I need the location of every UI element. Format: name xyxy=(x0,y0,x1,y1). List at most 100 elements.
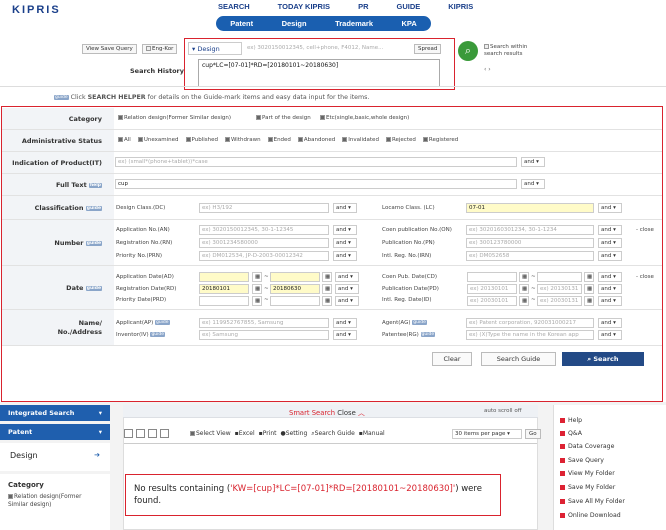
on-operator-select[interactable]: and ▾ xyxy=(598,225,622,235)
status-all[interactable]: All xyxy=(118,137,131,143)
view-my-folder-link[interactable]: View My Folder xyxy=(560,470,615,477)
calendar-icon[interactable]: ▦ xyxy=(322,284,332,294)
save-all-my-folder-link[interactable]: Save All My Folder xyxy=(560,498,625,505)
product-operator-select[interactable]: and ▾ xyxy=(521,157,545,167)
sidebar-integrated-search[interactable]: Integrated Search ▾ xyxy=(0,405,110,421)
dc-input[interactable]: ex) H3/192 xyxy=(199,203,329,213)
lc-input[interactable]: 07-01 xyxy=(466,203,594,213)
category-option-relation[interactable]: Relation design(Former Similar design) xyxy=(118,115,231,121)
ad-operator-select[interactable]: and ▾ xyxy=(335,272,359,282)
prd-to-input[interactable] xyxy=(270,296,320,306)
eng-kor-button[interactable]: Eng-Kor xyxy=(142,44,178,54)
ap-input[interactable]: ex) 119952767855, Samsung xyxy=(199,318,329,328)
nav-today-kipris[interactable]: TODAY KIPRIS xyxy=(278,0,330,13)
online-download-link[interactable]: Online Download xyxy=(560,512,621,519)
status-ended[interactable]: Ended xyxy=(267,137,291,143)
help-link[interactable]: Help xyxy=(560,417,582,424)
calendar-icon[interactable]: ▦ xyxy=(584,296,594,306)
sidebar-patent[interactable]: Patent ▾ xyxy=(0,424,110,440)
status-rejected[interactable]: Rejected xyxy=(385,137,416,143)
tab-kpa[interactable]: KPA xyxy=(401,19,416,28)
on-input[interactable]: ex) 3020160301234, 30-1-1234 xyxy=(466,225,594,235)
cd-operator-select[interactable]: and ▾ xyxy=(598,272,622,282)
rg-operator-select[interactable]: and ▾ xyxy=(598,330,622,340)
view-saved-query-button[interactable]: View Save Query xyxy=(82,44,137,54)
search-guide-button[interactable]: Search Guide xyxy=(481,352,556,366)
rd-to-input[interactable]: 20180630 xyxy=(270,284,320,294)
calendar-icon[interactable]: ▦ xyxy=(519,296,529,306)
category-option-part[interactable]: Part of the design xyxy=(256,115,311,121)
search-guide-link[interactable]: ⌕Search Guide xyxy=(311,430,355,438)
image-view-icon[interactable] xyxy=(160,429,169,438)
ap-operator-select[interactable]: and ▾ xyxy=(333,318,357,328)
status-withdrawn[interactable]: Withdrawn xyxy=(224,137,261,143)
prd-from-input[interactable] xyxy=(199,296,249,306)
calendar-icon[interactable]: ▦ xyxy=(584,272,594,282)
pn-operator-select[interactable]: and ▾ xyxy=(598,238,622,248)
search-within-option[interactable]: Search within search results xyxy=(484,44,544,58)
tab-trademark[interactable]: Trademark xyxy=(335,19,373,28)
history-arrows[interactable]: ‹ › xyxy=(484,66,491,73)
prn-input[interactable]: ex) DM012534, JP-D-2003-00012342 xyxy=(199,251,329,261)
ag-input[interactable]: ex) Patent corporation, 920031000217 xyxy=(466,318,594,328)
smart-search-toggle[interactable]: Smart Search Close ︿ xyxy=(289,407,365,417)
ad-to-input[interactable] xyxy=(270,272,320,282)
an-input[interactable]: ex) 3020150012345, 30-1-12345 xyxy=(199,225,329,235)
irn-operator-select[interactable]: and ▾ xyxy=(598,251,622,261)
per-page-select[interactable]: 30 items per page ▾ xyxy=(452,429,522,439)
grid-view-icon[interactable] xyxy=(136,429,145,438)
calendar-icon[interactable]: ▦ xyxy=(252,296,262,306)
qa-link[interactable]: Q&A xyxy=(560,430,582,437)
calendar-icon[interactable]: ▦ xyxy=(584,284,594,294)
prn-operator-select[interactable]: and ▾ xyxy=(333,251,357,261)
rn-operator-select[interactable]: and ▾ xyxy=(333,238,357,248)
query-textarea[interactable]: cup*LC=[07-01]*RD=[20180101~20180630] xyxy=(198,59,440,87)
status-unexamined[interactable]: Unexamined xyxy=(137,137,179,143)
excel-button[interactable]: ▪Excel xyxy=(235,430,255,438)
list-view-icon[interactable] xyxy=(124,429,133,438)
status-invalidated[interactable]: Invalidated xyxy=(342,137,379,143)
search-button[interactable]: ⌕ Search xyxy=(562,352,644,366)
calendar-icon[interactable]: ▦ xyxy=(252,284,262,294)
prd-operator-select[interactable]: and ▾ xyxy=(335,296,359,306)
fulltext-input[interactable]: cup xyxy=(115,179,517,189)
rd-from-input[interactable]: 20180101 xyxy=(199,284,249,294)
product-input[interactable]: ex) (small*(phone+tablet))*case xyxy=(115,157,517,167)
pd-operator-select[interactable]: and ▾ xyxy=(598,284,622,294)
data-coverage-link[interactable]: Data Coverage xyxy=(560,443,614,450)
spread-button[interactable]: Spread xyxy=(414,44,442,54)
ad-from-input[interactable] xyxy=(199,272,249,282)
status-registered[interactable]: Registered xyxy=(422,137,458,143)
calendar-icon[interactable]: ▦ xyxy=(322,296,332,306)
clear-button[interactable]: Clear xyxy=(432,352,472,366)
nav-kipris[interactable]: KIPRIS xyxy=(448,0,473,13)
category-dropdown[interactable]: ▾ Design xyxy=(188,42,242,55)
search-icon[interactable]: ⌕ xyxy=(458,41,478,61)
tab-design[interactable]: Design xyxy=(282,19,307,28)
rg-input[interactable]: ex) (X)Type the name in the Korean app xyxy=(466,330,594,340)
id-operator-select[interactable]: and ▾ xyxy=(598,296,622,306)
manual-button[interactable]: ▪Manual xyxy=(359,430,385,438)
iv-input[interactable]: ex) Samsung xyxy=(199,330,329,340)
nav-search[interactable]: SEARCH xyxy=(218,0,250,13)
fulltext-operator-select[interactable]: and ▾ xyxy=(521,179,545,189)
pn-input[interactable]: ex) 300123780000 xyxy=(466,238,594,248)
help-badge[interactable]: help xyxy=(88,182,102,188)
print-button[interactable]: ▪Print xyxy=(259,430,277,438)
auto-scroll-toggle[interactable]: auto scroll off xyxy=(484,408,521,414)
pd-from-input[interactable]: ex) 20130101 xyxy=(467,284,517,294)
rd-operator-select[interactable]: and ▾ xyxy=(335,284,359,294)
rn-input[interactable]: ex) 3001234580000 xyxy=(199,238,329,248)
setting-button[interactable]: ●Setting xyxy=(281,430,308,438)
sidebar-category-item[interactable]: Relation design(Former Similar design) xyxy=(8,493,102,509)
select-view-button[interactable]: Select View xyxy=(190,430,231,438)
go-button[interactable]: Go xyxy=(525,429,541,439)
lc-operator-select[interactable]: and ▾ xyxy=(598,203,622,213)
irn-input[interactable]: ex) DM052658 xyxy=(466,251,594,261)
id-to-input[interactable]: ex) 20030131 xyxy=(537,296,582,306)
thumb-view-icon[interactable] xyxy=(148,429,157,438)
nav-pr[interactable]: PR xyxy=(358,0,368,13)
pd-to-input[interactable]: ex) 20130131 xyxy=(537,284,582,294)
date-close-button[interactable]: - close xyxy=(636,274,654,280)
calendar-icon[interactable]: ▦ xyxy=(322,272,332,282)
